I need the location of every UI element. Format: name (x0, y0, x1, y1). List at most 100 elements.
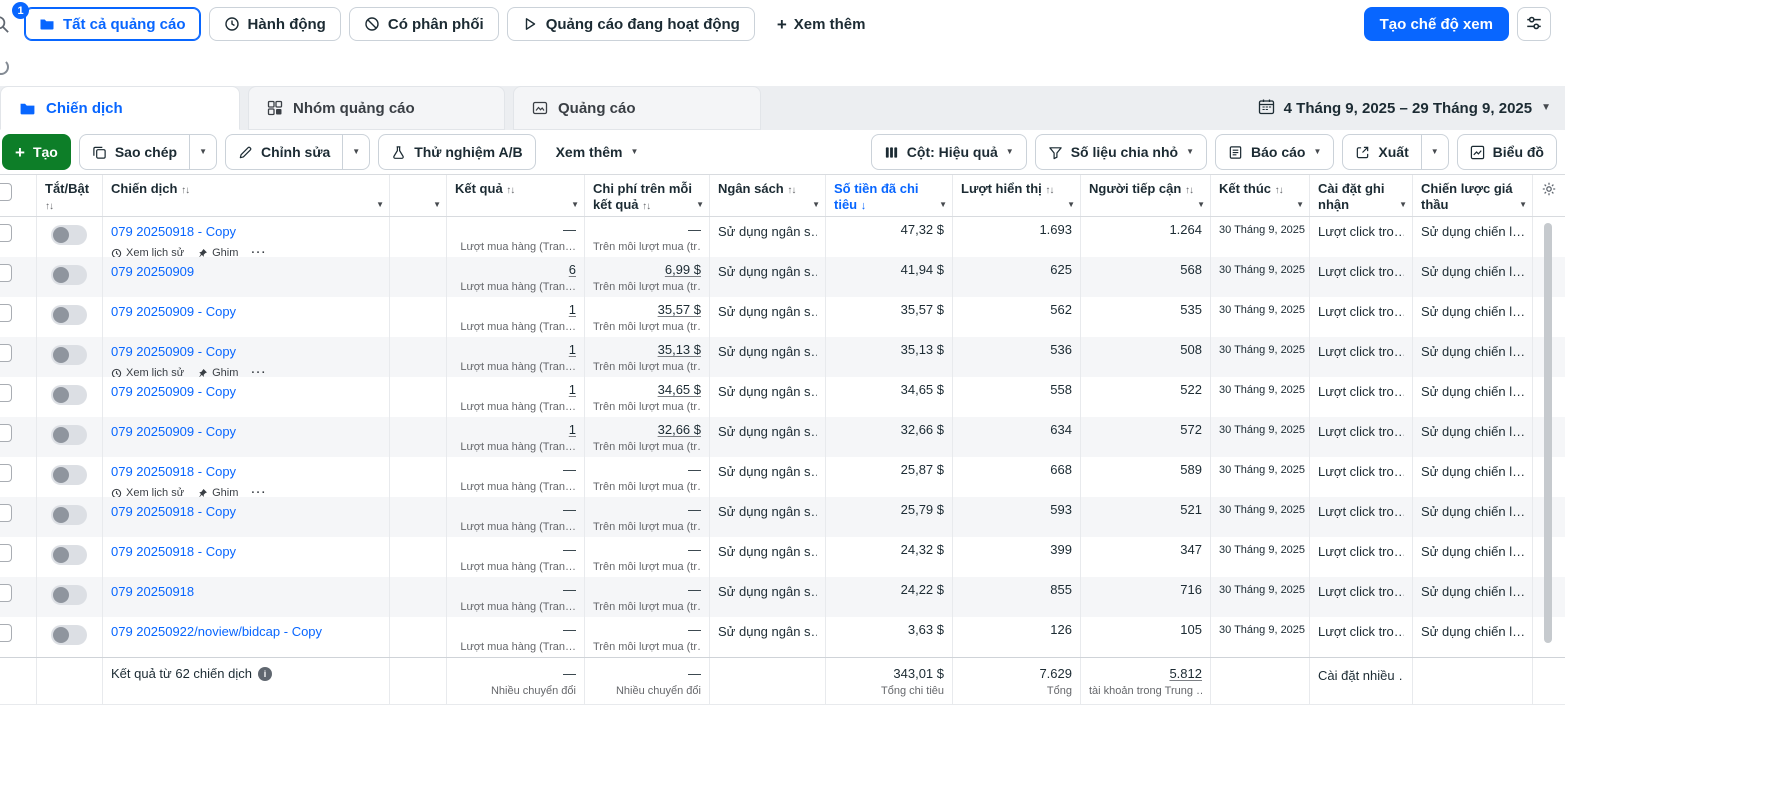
column-header-cost-per-result[interactable]: Chi phí trên mỗi kết quả ↑↓ ▼ (585, 175, 710, 216)
campaign-toggle[interactable] (51, 385, 87, 405)
column-header-attribution[interactable]: Cài đặt ghi nhận ▼ (1310, 175, 1413, 216)
breakdown-button[interactable]: Số liệu chia nhỏ ▼ (1034, 134, 1207, 170)
tab-campaigns[interactable]: Chiến dịch (0, 86, 240, 130)
campaign-name-link[interactable]: 079 20250918 - Copy (111, 224, 236, 239)
see-more-filters-button[interactable]: + Xem thêm (763, 7, 880, 41)
edit-dropdown-button[interactable]: ▼ (342, 134, 371, 170)
column-filter-icon[interactable]: ▼ (939, 200, 947, 210)
campaign-history-row: Xem lịch sử Ghim ··· (111, 367, 381, 377)
campaign-toggle[interactable] (51, 225, 87, 245)
create-view-button[interactable]: Tạo chế độ xem (1363, 7, 1509, 41)
row-more-options-button[interactable]: ··· (251, 487, 267, 497)
column-filter-icon[interactable]: ▼ (1067, 200, 1075, 210)
column-header-collapsed[interactable]: ▼ (390, 175, 447, 216)
export-dropdown-button[interactable]: ▼ (1420, 134, 1449, 170)
row-checkbox[interactable] (0, 464, 12, 482)
column-header-toggle[interactable]: Tắt/Bật ↑↓ (37, 175, 103, 216)
filter-chip-had-delivery[interactable]: Có phân phối (348, 7, 499, 41)
column-header-select[interactable] (0, 175, 37, 216)
column-header-impressions[interactable]: Lượt hiển thị ↑↓ ▼ (953, 175, 1081, 216)
campaign-name-link[interactable]: 079 20250909 - Copy (111, 304, 236, 319)
export-button[interactable]: Xuất (1342, 134, 1422, 170)
pin-button[interactable]: Ghim (197, 247, 238, 257)
budget-cell: Sử dụng ngân s… (710, 497, 826, 537)
column-filter-icon[interactable]: ▼ (1296, 200, 1304, 210)
row-checkbox[interactable] (0, 304, 12, 322)
row-checkbox[interactable] (0, 344, 12, 362)
attribution-cell: Lượt click tro… (1310, 337, 1413, 377)
row-more-options-button[interactable]: ··· (251, 367, 267, 377)
tab-ads[interactable]: Quảng cáo (513, 86, 761, 130)
view-settings-button[interactable] (1517, 7, 1551, 41)
column-filter-icon[interactable]: ▼ (696, 200, 704, 210)
row-checkbox[interactable] (0, 544, 12, 562)
row-checkbox[interactable] (0, 624, 12, 642)
row-more-options-button[interactable]: ··· (251, 247, 267, 257)
campaign-toggle[interactable] (51, 625, 87, 645)
footer-attribution-cell: Cài đặt nhiều … (1310, 658, 1413, 704)
column-header-end[interactable]: Kết thúc ↑↓ ▼ (1211, 175, 1310, 216)
column-header-amount-spent[interactable]: Số tiền đã chi tiêu ↓ ▼ (826, 175, 953, 216)
campaign-name-link[interactable]: 079 20250918 - Copy (111, 464, 236, 479)
campaign-toggle[interactable] (51, 585, 87, 605)
campaign-name-link[interactable]: 079 20250909 - Copy (111, 344, 236, 359)
row-checkbox[interactable] (0, 584, 12, 602)
campaign-name-link[interactable]: 079 20250918 (111, 584, 194, 599)
view-history-button[interactable]: Xem lịch sử (111, 247, 184, 257)
column-filter-icon[interactable]: ▼ (1519, 200, 1527, 210)
campaign-name-link[interactable]: 079 20250918 - Copy (111, 544, 236, 559)
view-history-button[interactable]: Xem lịch sử (111, 367, 184, 377)
duplicate-button[interactable]: Sao chép (78, 134, 191, 170)
select-all-checkbox[interactable] (0, 183, 12, 201)
vertical-scrollbar[interactable] (1544, 223, 1552, 643)
row-checkbox[interactable] (0, 504, 12, 522)
campaign-toggle[interactable] (51, 345, 87, 365)
ab-test-button[interactable]: Thử nghiệm A/B (378, 134, 536, 170)
column-filter-icon[interactable]: ▼ (571, 200, 579, 210)
edit-button[interactable]: Chỉnh sửa (225, 134, 344, 170)
campaign-toggle[interactable] (51, 465, 87, 485)
column-header-budget[interactable]: Ngân sách ↑↓ ▼ (710, 175, 826, 216)
pin-button[interactable]: Ghim (197, 367, 238, 377)
row-checkbox[interactable] (0, 264, 12, 282)
filter-chip-actions[interactable]: Hành động (208, 7, 341, 41)
chip-label: Hành động (247, 15, 326, 33)
more-actions-button[interactable]: Xem thêm ▼ (543, 134, 651, 170)
campaign-name-link[interactable]: 079 20250909 - Copy (111, 384, 236, 399)
date-range-picker[interactable]: 4 Tháng 9, 2025 – 29 Tháng 9, 2025 ▼ (1258, 98, 1565, 119)
column-filter-icon[interactable]: ▼ (1197, 200, 1205, 210)
campaign-name-link[interactable]: 079 20250922/noview/bidcap - Copy (111, 624, 322, 639)
column-header-reach[interactable]: Người tiếp cận ↑↓ ▼ (1081, 175, 1211, 216)
column-filter-icon[interactable]: ▼ (1399, 200, 1407, 210)
column-header-result[interactable]: Kết quả ↑↓ ▼ (447, 175, 585, 216)
view-history-button[interactable]: Xem lịch sử (111, 487, 184, 497)
column-header-bid-strategy[interactable]: Chiến lược giá thầu ▼ (1413, 175, 1533, 216)
tab-ad-sets[interactable]: Nhóm quảng cáo (248, 86, 505, 130)
campaign-toggle[interactable] (51, 425, 87, 445)
create-button[interactable]: + Tạo (2, 134, 71, 170)
campaign-toggle[interactable] (51, 545, 87, 565)
row-checkbox[interactable] (0, 424, 12, 442)
column-settings-button[interactable] (1533, 175, 1565, 216)
row-checkbox[interactable] (0, 224, 12, 242)
campaign-name-link[interactable]: 079 20250918 - Copy (111, 504, 236, 519)
row-checkbox[interactable] (0, 384, 12, 402)
campaign-name-link[interactable]: 079 20250909 (111, 264, 194, 279)
charts-button[interactable]: Biểu đồ (1456, 134, 1557, 170)
campaign-name-link[interactable]: 079 20250909 - Copy (111, 424, 236, 439)
column-filter-icon[interactable]: ▼ (433, 200, 441, 210)
column-filter-icon[interactable]: ▼ (812, 200, 820, 210)
column-filter-icon[interactable]: ▼ (376, 200, 384, 210)
campaign-toggle[interactable] (51, 265, 87, 285)
campaign-toggle[interactable] (51, 505, 87, 525)
duplicate-dropdown-button[interactable]: ▼ (189, 134, 217, 170)
campaign-toggle[interactable] (51, 305, 87, 325)
budget-cell: Sử dụng ngân s… (710, 337, 826, 377)
filter-chip-active-ads[interactable]: Quảng cáo đang hoạt động (506, 7, 755, 41)
filter-chip-all-ads[interactable]: Tất cả quảng cáo (24, 7, 201, 41)
info-icon[interactable]: i (257, 666, 272, 681)
column-header-campaign[interactable]: Chiến dịch ↑↓ ▼ (103, 175, 390, 216)
columns-button[interactable]: Cột: Hiệu quả ▼ (870, 134, 1027, 170)
report-button[interactable]: Báo cáo ▼ (1215, 134, 1335, 170)
pin-button[interactable]: Ghim (197, 487, 238, 497)
